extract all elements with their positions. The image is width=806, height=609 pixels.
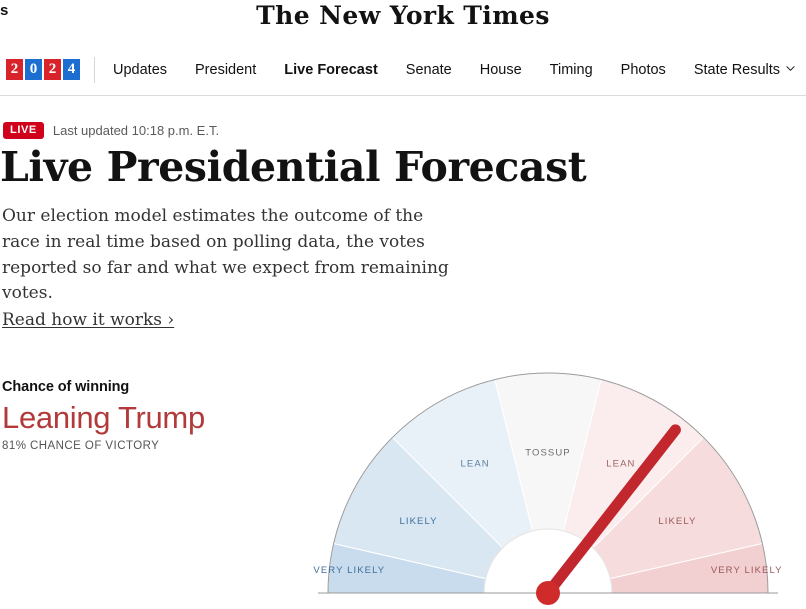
gauge-segment-tossup-tossup [494, 372, 602, 532]
year-digit-2: 0 [25, 59, 42, 80]
nav-item-live-forecast[interactable]: Live Forecast [284, 62, 378, 78]
chevron-down-icon [786, 64, 795, 73]
year-digit-1: 2 [6, 59, 23, 80]
last-updated-text: Last updated 10:18 p.m. E.T. [52, 123, 220, 138]
gauge-outline-group [318, 372, 778, 594]
standfirst-text: Our election model estimates the outcome… [2, 206, 449, 304]
masthead: s The New York Times [0, 0, 806, 44]
gauge-segment-label: LIKELY [399, 516, 437, 527]
page-title: Live Presidential Forecast [0, 143, 587, 191]
nav-item-senate[interactable]: Senate [406, 62, 452, 78]
status-badge-live: LIVE [3, 122, 44, 139]
year-digit-4: 4 [63, 59, 80, 80]
chance-of-victory-text: 81% CHANCE OF VICTORY [2, 440, 160, 453]
gauge-segment-label: LEAN [606, 459, 635, 470]
nav-links: Updates President Live Forecast Senate H… [113, 62, 795, 78]
forecast-status-text: Leaning Trump [2, 400, 205, 435]
gauge-segment-democrat-likely [333, 436, 504, 580]
nyt-logo[interactable]: The New York Times [256, 1, 550, 30]
gauge-segment-republican-very-likely [609, 542, 769, 594]
read-how-it-works-link[interactable]: Read how it works › [2, 308, 174, 334]
forecast-gauge: VERY LIKELY LIKELY LEAN TOSSUP LEAN LIKELY VER… [313, 364, 788, 609]
year-2024-badge[interactable]: 2 0 2 4 [6, 59, 80, 80]
gauge-segment-group [327, 372, 769, 594]
gauge-outer-arc [327, 372, 769, 594]
nav-item-state-results[interactable]: State Results [694, 62, 795, 78]
article-standfirst: Our election model estimates the outcome… [2, 204, 454, 334]
gauge-inner-hub-arc [483, 528, 613, 594]
gauge-segment-democrat-very-likely [327, 542, 487, 594]
gauge-segment-republican-likely [592, 436, 763, 580]
nav-divider [94, 56, 95, 83]
gauge-label-group: VERY LIKELY LIKELY LEAN TOSSUP LEAN LIKELY VER… [313, 448, 783, 576]
gauge-segment-label: LEAN [461, 459, 490, 470]
gauge-segment-label: VERY LIKELY [711, 565, 783, 576]
gauge-needle [542, 424, 681, 599]
gauge-needle-hub [536, 581, 560, 605]
gauge-segment-label: LIKELY [658, 516, 696, 527]
year-digit-3: 2 [44, 59, 61, 80]
nav-item-timing[interactable]: Timing [550, 62, 593, 78]
gauge-segment-label: VERY LIKELY [313, 565, 385, 576]
gauge-segment-democrat-lean [391, 378, 534, 549]
masthead-left-fragment: s [0, 2, 9, 19]
chance-of-winning-label: Chance of winning [2, 379, 130, 395]
nav-item-state-results-label: State Results [693, 61, 781, 78]
nav-item-photos[interactable]: Photos [621, 62, 666, 78]
main-content: LIVE Last updated 10:18 p.m. E.T. Live P… [0, 96, 806, 605]
forecast-gauge-svg: VERY LIKELY LIKELY LEAN TOSSUP LEAN LIKELY VER… [313, 372, 782, 605]
gauge-segment-label: TOSSUP [525, 448, 571, 459]
gauge-segment-republican-lean [562, 378, 705, 549]
nav-item-updates[interactable]: Updates [113, 62, 167, 78]
chance-of-winning-block: Chance of winning Leaning Trump 81% CHAN… [2, 379, 302, 452]
nav-item-president[interactable]: President [195, 62, 256, 78]
gauge-needle-group [536, 424, 681, 605]
nav-item-house[interactable]: House [480, 62, 522, 78]
live-status-row: LIVE Last updated 10:18 p.m. E.T. [3, 122, 219, 139]
primary-navigation: 2 0 2 4 Updates President Live Forecast … [0, 44, 806, 96]
